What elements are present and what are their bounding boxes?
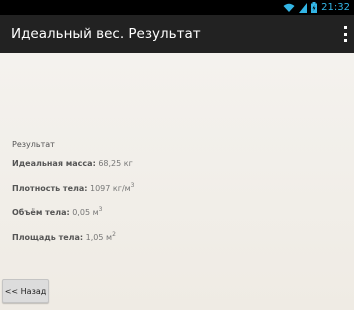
ideal-mass-label: Идеальная масса:: [12, 159, 96, 168]
volume-label: Объём тела:: [12, 208, 70, 217]
area-exponent: 2: [112, 231, 116, 238]
page-title: Идеальный вес. Результат: [11, 26, 201, 42]
status-clock: 21:32: [321, 2, 350, 13]
back-button[interactable]: << Назад: [2, 279, 49, 303]
density-exponent: 3: [130, 182, 135, 189]
area-row: Площадь тела: 1,05 м2: [12, 231, 116, 243]
section-label: Результат: [12, 140, 55, 149]
status-bar: 21:32: [0, 0, 354, 15]
volume-exponent: 3: [98, 206, 103, 213]
action-bar: Идеальный вес. Результат: [0, 15, 354, 53]
volume-row: Объём тела: 0,05 м3: [12, 206, 103, 218]
content-area: Результат Идеальная масса: 68,25 кг Плот…: [0, 53, 354, 310]
density-label: Плотность тела:: [12, 184, 88, 193]
ideal-mass-value: 68,25 кг: [98, 159, 133, 168]
ideal-mass-row: Идеальная масса: 68,25 кг: [12, 159, 133, 168]
status-icons: 21:32: [283, 0, 350, 15]
area-value: 1,05 м: [85, 233, 113, 242]
overflow-menu-icon[interactable]: [342, 26, 348, 42]
signal-icon: [299, 2, 308, 13]
density-value: 1097 кг/м: [90, 184, 131, 193]
density-row: Плотность тела: 1097 кг/м3: [12, 182, 135, 194]
wifi-icon: [283, 3, 295, 12]
area-label: Площадь тела:: [12, 233, 84, 242]
battery-icon: [311, 2, 318, 13]
volume-value: 0,05 м: [72, 208, 99, 217]
